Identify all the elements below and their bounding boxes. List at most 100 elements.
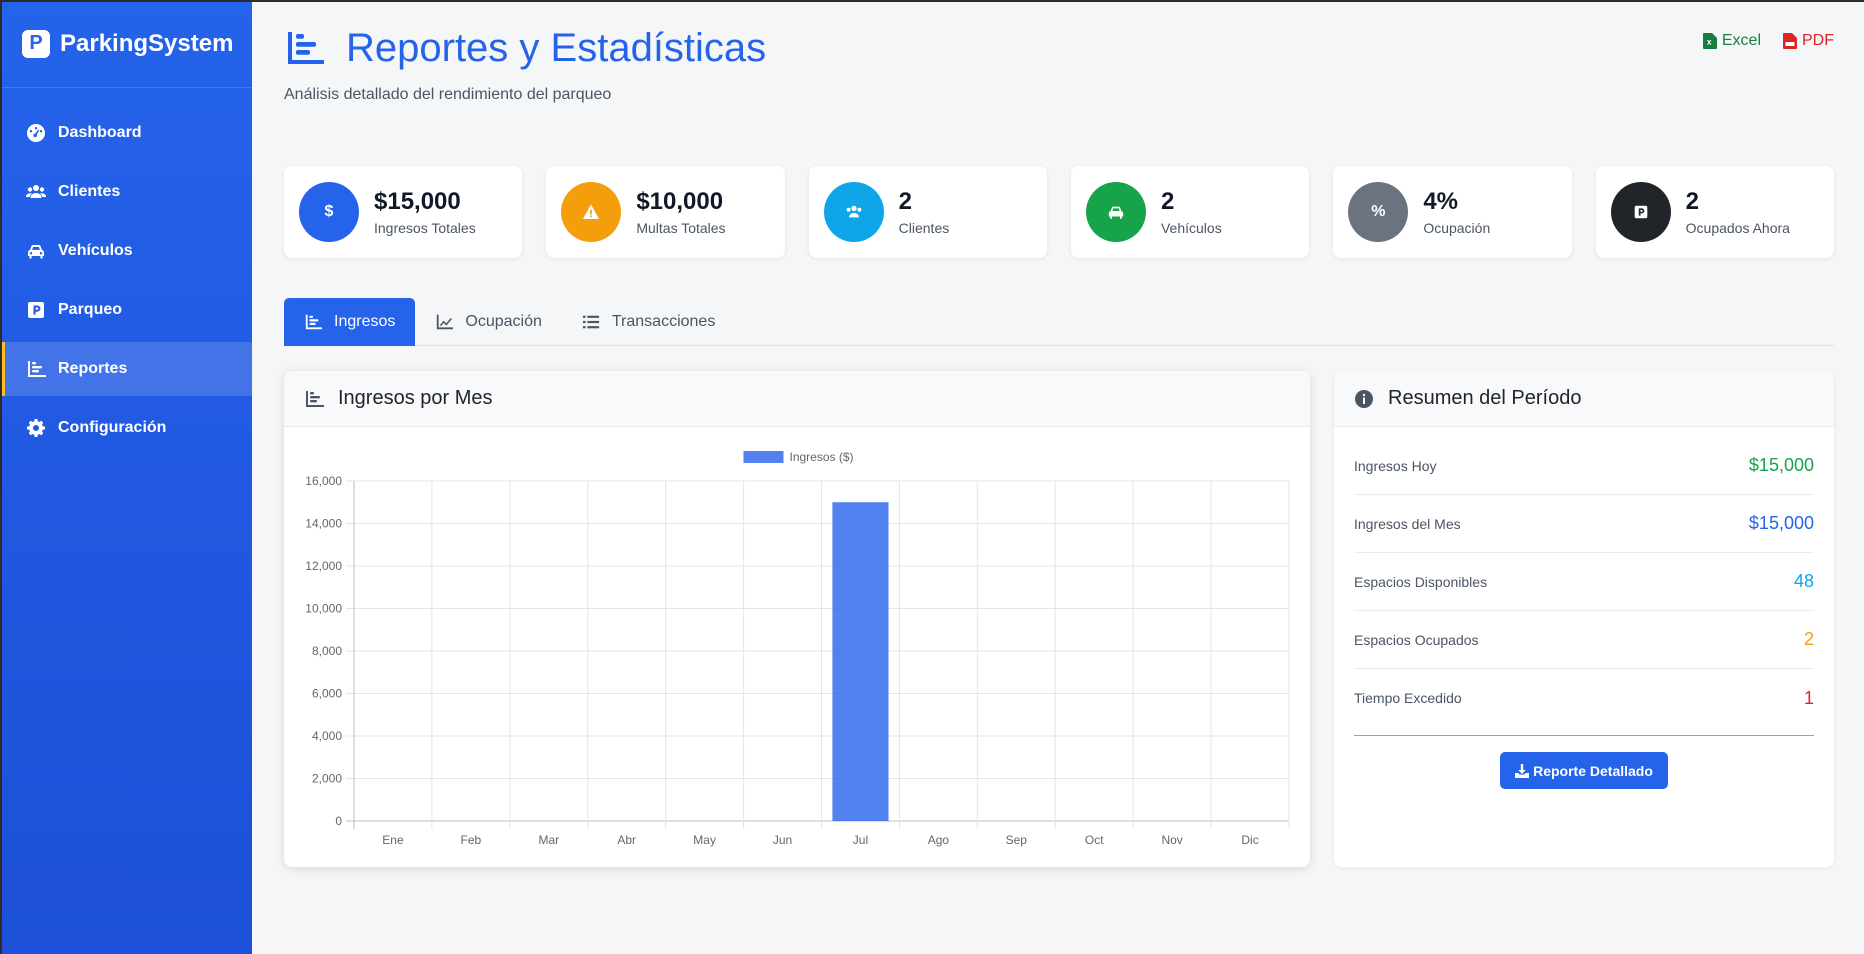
legend-swatch [743,451,784,463]
sidebar-item-vehiculos[interactable]: Vehículos [2,224,252,278]
stat-card-vehiculos: 2 Vehículos [1070,166,1310,258]
stat-label: Ocupación [1423,220,1491,236]
summary-value: $15,000 [1748,513,1814,533]
stat-value: 2 [898,188,913,215]
sidebar-item-configuracion[interactable]: Configuración [2,401,252,455]
warning-icon [561,182,622,242]
summary-value: 1 [1803,687,1814,708]
chart-panel-header: Ingresos por Mes [284,371,1310,427]
stat-label: Clientes [898,220,950,236]
legend-label: Ingresos ($) [790,450,854,464]
summary-row-tiempo-excedido: Tiempo Excedido 1 [1354,669,1814,727]
summary-value: 2 [1803,629,1814,649]
stat-value: $10,000 [636,188,724,215]
x-tick-label: Jul [853,833,868,847]
tab-ocupacion[interactable]: Ocupación [415,298,562,346]
summary-panel-title: Resumen del Período [1388,387,1582,409]
sidebar: P ParkingSystem Dashboard Clientes Vehíc… [0,0,252,954]
x-tick-label: Feb [461,833,482,847]
tachometer-icon [26,123,46,143]
y-tick-label: 8,000 [312,644,342,658]
export-actions: Excel PDF [1702,32,1834,50]
pdf-file-icon [1783,33,1797,49]
y-tick-label: 14,000 [305,517,342,531]
parking-icon [26,300,46,320]
stat-value: 2 [1160,188,1175,215]
users-icon [823,182,884,242]
page-title: Reportes y Estadísticas [284,24,1834,72]
car-icon [26,241,46,261]
summary-value: 48 [1793,571,1814,591]
sidebar-item-dashboard[interactable]: Dashboard [2,106,252,160]
brand[interactable]: P ParkingSystem [2,0,252,88]
summary-label: Ingresos del Mes [1354,515,1461,532]
sidebar-nav: Dashboard Clientes Vehículos Parqueo Rep… [2,106,252,455]
tab-ingresos[interactable]: Ingresos [284,298,416,346]
detailed-report-button[interactable]: Reporte Detallado [1500,752,1668,789]
export-excel-label: Excel [1721,32,1761,49]
x-tick-label: Ene [382,833,404,847]
sidebar-item-reportes[interactable]: Reportes [2,342,252,396]
sidebar-item-parqueo[interactable]: Parqueo [2,283,252,337]
sidebar-item-label: Parqueo [58,301,123,318]
users-icon [26,182,46,202]
summary-row-ingresos-mes: Ingresos del Mes $15,000 [1354,495,1814,553]
sidebar-item-label: Dashboard [58,124,142,141]
summary-row-ingresos-hoy: Ingresos Hoy $15,000 [1354,437,1814,495]
bar-chart-icon [306,390,324,407]
y-tick-label: 0 [335,814,342,828]
stat-card-ocupacion: % 4% Ocupación [1333,166,1572,258]
chart-area: 0 2,000 4,000 6,000 8,000 10,000 12,000 14,000 1… [284,427,1310,867]
stat-value: 2 [1685,188,1699,215]
gear-icon [26,418,46,438]
page-title-text: Reportes y Estadísticas [346,25,767,70]
sidebar-item-clientes[interactable]: Clientes [2,165,252,219]
y-tick-label: 2,000 [312,772,342,786]
summary-list: Ingresos Hoy $15,000 Ingresos del Mes $1… [1334,427,1834,727]
dollar-icon: $ [299,182,359,242]
export-pdf-label: PDF [1802,32,1834,49]
x-tick-label: Sep [1006,833,1028,847]
export-excel-button[interactable]: Excel [1702,32,1761,50]
stat-label: Multas Totales [636,220,726,236]
bar-chart-icon [305,314,322,330]
chart-panel: Ingresos por Mes 0 2,000 4,000 6,000 8,000 10… [284,371,1310,867]
y-tick-label: 6,000 [312,687,342,701]
detailed-report-label: Reporte Detallado [1533,762,1653,779]
export-pdf-button[interactable]: PDF [1783,32,1834,50]
x-tick-label: Mar [538,833,559,847]
tab-label: Ocupación [465,313,542,330]
x-tick-label: Oct [1085,833,1104,847]
y-tick-label: 12,000 [305,559,342,573]
sidebar-item-label: Configuración [58,419,167,436]
tab-label: Ingresos [334,313,396,330]
tab-label: Transacciones [611,313,716,330]
y-tick-label: 16,000 [305,474,342,488]
summary-row-espacios-disponibles: Espacios Disponibles 48 [1354,553,1814,611]
summary-label: Espacios Ocupados [1354,631,1479,648]
car-icon [1085,182,1146,242]
bar-chart-icon [26,359,46,379]
percent-icon: % [1348,182,1409,242]
summary-label: Ingresos Hoy [1354,457,1437,474]
stat-label: Ingresos Totales [374,220,476,236]
line-chart-icon [437,314,454,330]
stat-label: Ocupados Ahora [1685,220,1790,236]
x-tick-label: Ago [928,833,950,847]
sidebar-item-label: Vehículos [58,242,133,259]
summary-value: $15,000 [1748,455,1814,475]
x-tick-label: May [693,833,716,847]
stat-value: $15,000 [374,188,461,215]
parking-icon [1610,182,1671,242]
stat-card-ocupados: 2 Ocupados Ahora [1595,166,1834,258]
page-header: Reportes y Estadísticas Análisis detalla… [284,24,1834,142]
stat-card-multas: $10,000 Multas Totales [546,166,785,258]
stat-card-clientes: 2 Clientes [808,166,1047,258]
page-subtitle: Análisis detallado del rendimiento del p… [284,86,612,103]
chart-panel-title: Ingresos por Mes [338,387,493,409]
revenue-bar-chart: 0 2,000 4,000 6,000 8,000 10,000 12,000 14,000 1… [305,450,1290,847]
tab-transacciones[interactable]: Transacciones [562,298,735,346]
parking-logo-icon: P [22,29,50,58]
x-tick-label: Jun [773,833,792,847]
panels-row: Ingresos por Mes 0 2,000 4,000 6,000 8,000 10… [284,371,1834,867]
